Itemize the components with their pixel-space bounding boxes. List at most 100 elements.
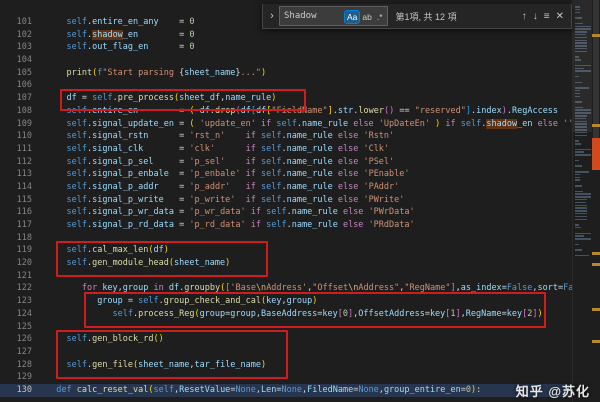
- line-number[interactable]: 124: [0, 308, 46, 321]
- code-token: drop: [214, 105, 236, 116]
- find-nav: ↑ ↓ ≡ ✕: [519, 10, 567, 23]
- code-token: self: [261, 181, 282, 192]
- line-number[interactable]: 114: [0, 181, 46, 194]
- code-line-content[interactable]: [46, 79, 573, 92]
- code-token: =: [179, 169, 190, 180]
- code-line-content[interactable]: self.signal_clk = 'clk' if self.name_rul…: [46, 143, 573, 156]
- code-line-content[interactable]: for key,group in df.groupby(['Base\nAddr…: [46, 282, 573, 295]
- code-token: self: [138, 296, 159, 307]
- code-token: print: [66, 67, 93, 78]
- line-number[interactable]: 130: [0, 384, 46, 397]
- previous-match-button[interactable]: ↑: [519, 10, 530, 23]
- code-token: signal_rstn: [92, 131, 149, 142]
- code-line-content[interactable]: self.signal_p_rd_data = 'p_rd_data' if s…: [46, 219, 573, 232]
- line-number[interactable]: 108: [0, 105, 46, 118]
- line-number[interactable]: 115: [0, 194, 46, 207]
- line-number[interactable]: 125: [0, 321, 46, 334]
- code-line-content[interactable]: df = self.pre_process(sheet_df,name_rule…: [46, 92, 573, 105]
- scrollbar[interactable]: [592, 0, 600, 402]
- code-line-content[interactable]: self.signal_p_enbale = 'p_enbale' if sel…: [46, 168, 573, 181]
- line-number[interactable]: 113: [0, 168, 46, 181]
- code-token: 'PSel': [363, 156, 395, 167]
- minimap[interactable]: [572, 0, 592, 402]
- next-match-button[interactable]: ↓: [530, 10, 541, 23]
- line-number[interactable]: 128: [0, 359, 46, 372]
- code-line-content[interactable]: self.gen_block_rd(): [46, 333, 573, 346]
- code-line-content[interactable]: self.signal_p_sel = 'p_sel' if self.name…: [46, 156, 573, 169]
- code-line-content[interactable]: self.gen_file(sheet_name,tar_file_name): [46, 359, 573, 372]
- find-input[interactable]: [282, 10, 344, 22]
- code-token: =: [179, 194, 190, 205]
- line-number[interactable]: 117: [0, 219, 46, 232]
- code-line-content[interactable]: [46, 232, 573, 245]
- find-widget: › Aaab.* 第1項, 共 12 項 ↑↓≡✕: [262, 4, 572, 29]
- code-line-content[interactable]: [46, 270, 573, 283]
- line-number[interactable]: 116: [0, 206, 46, 219]
- code-line-content[interactable]: self.entire_en = ( df.drop(df[df["FieldN…: [46, 105, 573, 118]
- code-line-content[interactable]: self.cal_max_len(df): [46, 244, 573, 257]
- line-number[interactable]: 102: [0, 29, 46, 42]
- code-token: ==: [399, 105, 415, 116]
- line-number[interactable]: 129: [0, 371, 46, 384]
- code-line-content[interactable]: self.signal_p_wr_data = 'p_wr_data' if s…: [46, 206, 573, 219]
- line-number[interactable]: 109: [0, 118, 46, 131]
- code-line-content[interactable]: self.signal_rstn = 'rst_n' if self.name_…: [46, 130, 573, 143]
- code-token: else: [337, 194, 359, 205]
- code-line-content[interactable]: print(f"Start parsing {sheet_name}..."): [46, 67, 573, 80]
- line-number[interactable]: 112: [0, 156, 46, 169]
- close-button[interactable]: ✕: [553, 10, 567, 23]
- code-line-content[interactable]: self.signal_p_write = 'p_write' if self.…: [46, 194, 573, 207]
- code-line-content[interactable]: [46, 346, 573, 359]
- code-line-content[interactable]: self.signal_update_en = ( 'update_en' if…: [46, 118, 573, 131]
- find-in-selection-button[interactable]: ≡: [541, 10, 553, 23]
- code-token: name_rule: [291, 207, 338, 218]
- code-line-content[interactable]: def calc_reset_val(self,ResetValue=None,…: [46, 384, 573, 397]
- line-number[interactable]: 106: [0, 79, 46, 92]
- code-line-content[interactable]: group = self.group_check_and_cal(key,gro…: [46, 295, 573, 308]
- line-number[interactable]: 107: [0, 92, 46, 105]
- line-number[interactable]: 119: [0, 244, 46, 257]
- whole-word-toggle-icon[interactable]: ab: [360, 11, 373, 23]
- toggle-replace-chevron-icon[interactable]: ›: [267, 10, 277, 22]
- code-token: 'p_rd_data': [189, 220, 246, 230]
- line-number[interactable]: 126: [0, 333, 46, 346]
- code-token: Address": [358, 283, 400, 294]
- code-line-content[interactable]: self.out_flag_en = 0: [46, 41, 573, 54]
- line-number[interactable]: 105: [0, 67, 46, 80]
- line-number[interactable]: 118: [0, 232, 46, 245]
- line-number[interactable]: 120: [0, 257, 46, 270]
- line-number[interactable]: 110: [0, 130, 46, 143]
- code-line: 122 for key,group in df.groupby(['Base\n…: [0, 282, 573, 295]
- code-line-content[interactable]: [46, 54, 573, 67]
- code-token: =: [179, 143, 190, 154]
- code-token: self: [261, 131, 282, 142]
- code-line-content[interactable]: [46, 321, 573, 334]
- line-number[interactable]: 121: [0, 270, 46, 283]
- line-number[interactable]: 122: [0, 282, 46, 295]
- scrollbar-slider[interactable]: [593, 0, 599, 150]
- code-token: df: [66, 93, 77, 104]
- code-token: tar_file_name: [194, 359, 262, 370]
- code-token: Len: [261, 384, 277, 395]
- line-number[interactable]: 101: [0, 16, 46, 29]
- code-line-content[interactable]: self.gen_module_head(sheet_name): [46, 257, 573, 270]
- match-case-toggle-icon[interactable]: Aa: [343, 10, 361, 24]
- code-line-content[interactable]: self.process_Reg(group=group,BaseAddress…: [46, 308, 573, 321]
- regex-toggle-icon[interactable]: .*: [375, 11, 385, 23]
- code-line-content[interactable]: self.shadow_en = 0: [46, 29, 573, 42]
- line-number[interactable]: 127: [0, 346, 46, 359]
- line-number[interactable]: 111: [0, 143, 46, 156]
- line-number[interactable]: 123: [0, 295, 46, 308]
- code-token: group: [230, 308, 256, 319]
- code-token: cal_max_len: [92, 245, 149, 256]
- minimap-line: [575, 232, 591, 235]
- code-token: OffsetAddress: [358, 308, 425, 319]
- line-number[interactable]: 103: [0, 41, 46, 54]
- code-line-content[interactable]: [46, 371, 573, 384]
- code-token: \n: [255, 283, 267, 294]
- code-token: None: [358, 384, 379, 395]
- code-line-content[interactable]: self.signal_p_addr = 'p_addr' if self.na…: [46, 181, 573, 194]
- line-number[interactable]: 104: [0, 54, 46, 67]
